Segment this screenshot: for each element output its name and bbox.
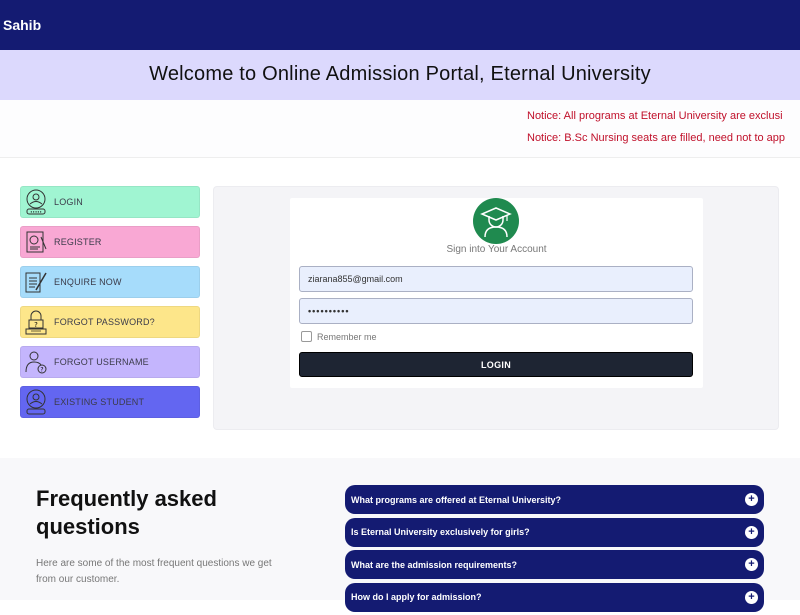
remember-me[interactable]: Remember me [301,331,377,342]
menu-item-label: LOGIN [54,197,84,207]
signin-heading: Sign into Your Account [446,244,547,255]
user-icon [23,388,49,416]
svg-text:?: ? [40,367,43,374]
svg-text:*****: ***** [31,330,41,335]
menu-item-forgot-username[interactable]: ? FORGOT USERNAME [20,346,200,378]
plus-icon[interactable]: + [745,493,758,506]
svg-text:•••••: ••••• [30,210,42,215]
menu-item-existing-student[interactable]: EXISTING STUDENT [20,386,200,418]
side-menu: ••••• LOGIN REGISTER ENQUIRE NOW ? ***** … [20,186,200,426]
notice-text: Notice: All programs at Eternal Universi… [527,110,783,122]
document-pen-icon [23,268,49,296]
faq-question: How do I apply for admission? [351,592,482,602]
register-form-icon [23,228,49,256]
login-button[interactable]: LOGIN [299,352,693,377]
menu-item-forgot-password[interactable]: ? ***** FORGOT PASSWORD? [20,306,200,338]
plus-icon[interactable]: + [745,590,758,604]
faq-question: What programs are offered at Eternal Uni… [351,494,562,505]
remember-me-checkbox[interactable] [301,331,312,342]
email-field[interactable]: ziarana855@gmail.com [299,266,693,292]
top-navbar: Sahib [0,0,800,50]
menu-item-label: FORGOT PASSWORD? [54,317,155,327]
plus-icon[interactable]: + [745,525,758,539]
menu-item-label: FORGOT USERNAME [54,357,149,367]
faq-question: What are the admission requirements? [351,559,518,570]
menu-item-label: EXISTING STUDENT [54,397,145,407]
notice-text: Notice: B.Sc Nursing seats are filled, n… [527,132,786,144]
page-title: Welcome to Online Admission Portal, Eter… [149,63,651,85]
notice-marquee: Notice: All programs at Eternal Universi… [0,100,800,158]
faq-list: What programs are offered at Eternal Uni… [345,485,764,615]
menu-item-enquire[interactable]: ENQUIRE NOW [20,266,200,298]
brand-name[interactable]: Sahib [3,17,41,33]
svg-text:?: ? [34,321,38,329]
graduate-avatar-icon [473,198,519,244]
menu-item-login[interactable]: ••••• LOGIN [20,186,200,218]
password-field[interactable]: •••••••••• [299,298,693,324]
faq-item[interactable]: What programs are offered at Eternal Uni… [345,485,764,514]
faq-question: Is Eternal University exclusively for gi… [351,527,530,537]
faq-title: Frequently asked questions [36,486,217,539]
faq-item[interactable]: What are the admission requirements? + [345,550,764,579]
faq-item[interactable]: How do I apply for admission? + [345,582,764,612]
user-question-icon: ? [23,348,49,376]
remember-me-label: Remember me [317,331,377,342]
menu-item-register[interactable]: REGISTER [20,226,200,258]
welcome-banner: Welcome to Online Admission Portal, Eter… [0,50,800,100]
lock-question-icon: ? ***** [23,308,49,336]
user-icon: ••••• [23,188,49,216]
plus-icon[interactable]: + [745,558,758,571]
menu-item-label: REGISTER [54,237,102,247]
faq-item[interactable]: Is Eternal University exclusively for gi… [345,517,764,547]
faq-subtitle: Here are some of the most frequent quest… [36,558,272,585]
menu-item-label: ENQUIRE NOW [54,277,122,287]
